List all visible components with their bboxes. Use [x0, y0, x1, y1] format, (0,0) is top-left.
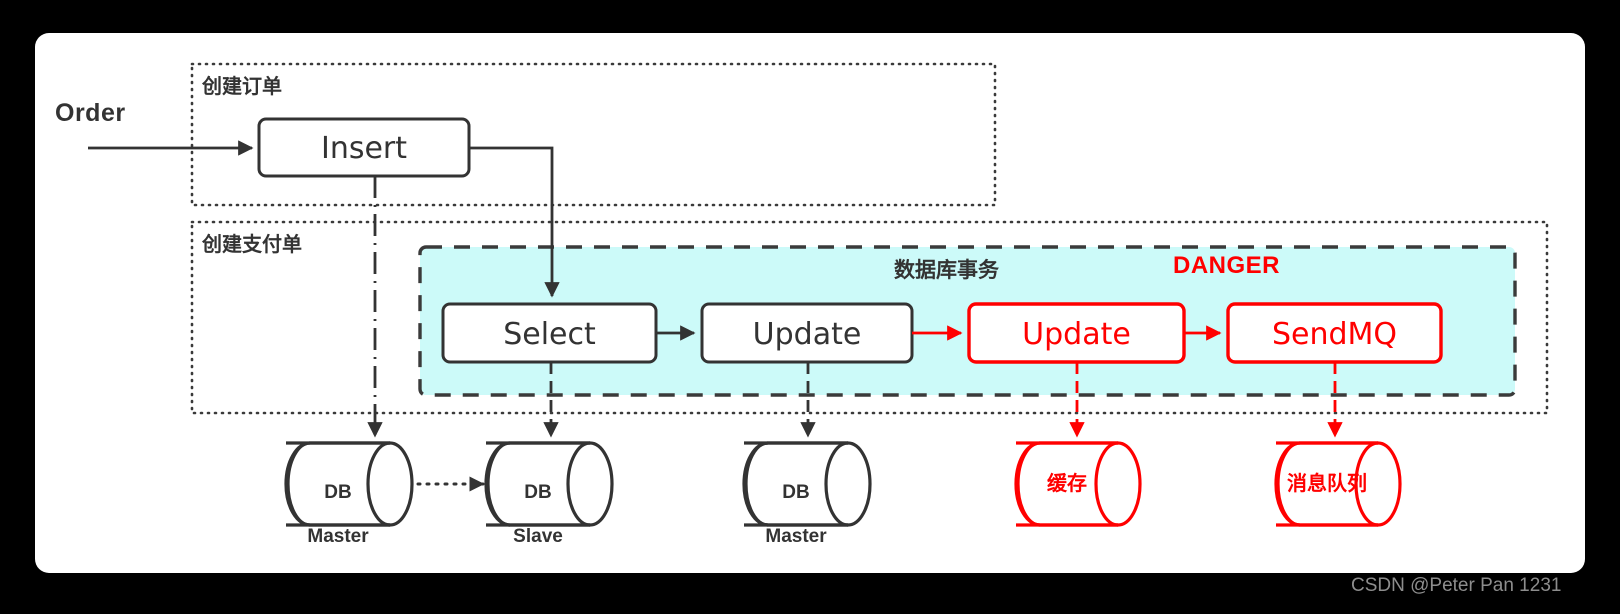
node-select-label: Select: [503, 317, 596, 352]
danger-warning-label: DANGER: [1173, 252, 1281, 279]
store-mq-label: 消息队列: [1287, 473, 1367, 495]
store-db-master-2-line2: Master: [765, 525, 827, 547]
diagram-canvas: Order 创建订单 创建支付单 数据库事务 DANGER Insert Sel…: [0, 0, 1620, 614]
watermark-text: CSDN @Peter Pan 1231: [1351, 575, 1562, 596]
node-update-1-label: Update: [752, 317, 862, 352]
store-db-master-2-label: DB Master: [744, 460, 848, 569]
store-db-master-1-line1: DB: [324, 481, 352, 503]
store-db-master-2-line1: DB: [782, 481, 810, 503]
store-db-slave-label: DB Slave: [486, 460, 590, 569]
store-db-slave-line2: Slave: [513, 525, 563, 547]
database-transaction-label: 数据库事务: [894, 259, 999, 282]
store-db-master-1-label: DB Master: [286, 460, 390, 569]
node-update-2-label: Update: [1022, 317, 1131, 352]
group-create-order-label: 创建订单: [202, 76, 282, 98]
store-db-master-1-line2: Master: [307, 525, 369, 547]
node-sendmq-label: SendMQ: [1271, 317, 1398, 352]
group-create-payment-label: 创建支付单: [202, 234, 302, 256]
store-db-slave-line1: DB: [524, 481, 552, 503]
node-insert-label: Insert: [320, 131, 408, 166]
store-cache-label: 缓存: [1047, 473, 1087, 495]
order-entry-label: Order: [55, 99, 126, 127]
